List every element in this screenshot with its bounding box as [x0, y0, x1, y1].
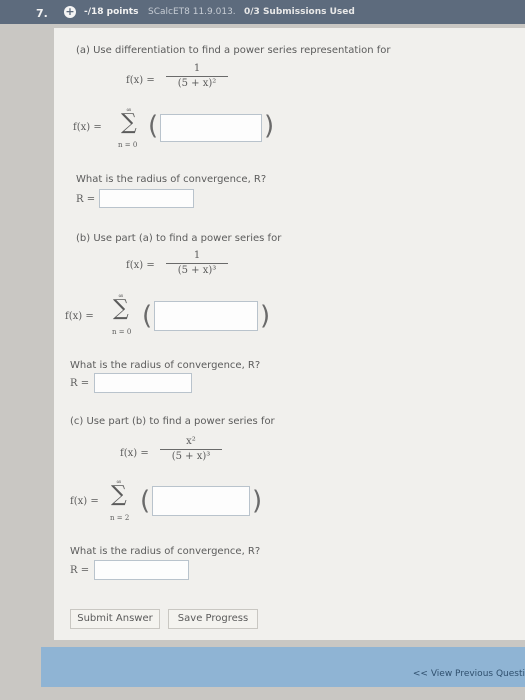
part-c-radius-input[interactable] [94, 560, 189, 580]
question-number: 7. [36, 7, 48, 20]
part-c-denominator: (5 + x)³ [171, 451, 211, 462]
part-a-numerator: 1 [193, 63, 201, 74]
part-a-lower-limit: n = 0 [118, 141, 138, 149]
part-a-sum-lhs: f(x) = [73, 122, 102, 133]
part-a-radius-input[interactable] [99, 189, 194, 208]
right-paren: ) [260, 301, 271, 331]
part-a-radius-question: What is the radius of convergence, R? [76, 174, 267, 185]
part-c-numerator: x² [186, 436, 196, 447]
part-a-prompt: (a) Use differentiation to find a power … [76, 45, 391, 56]
problem-reference[interactable]: SCalcET8 11.9.013. [148, 7, 236, 17]
fraction-bar [166, 76, 228, 77]
part-a-r-label: R = [76, 194, 96, 205]
question-panel: (a) Use differentiation to find a power … [54, 28, 525, 640]
part-b-r-label: R = [70, 378, 90, 389]
part-b-lower-limit: n = 0 [112, 328, 132, 336]
part-c-series-input[interactable] [152, 486, 250, 516]
points-label: -/18 points [84, 7, 139, 17]
part-b-numerator: 1 [193, 250, 201, 261]
part-c-fx-label: f(x) = [120, 448, 149, 459]
part-b-radius-input[interactable] [94, 373, 192, 393]
part-b-fraction: 1 (5 + x)³ [166, 250, 228, 277]
question-header: 7. + -/18 points SCalcET8 11.9.013. 0/3 … [0, 0, 525, 24]
part-b-fx-label: f(x) = [126, 260, 155, 271]
sigma-icon: ∑ [113, 296, 129, 321]
fraction-bar [166, 263, 228, 264]
left-paren: ( [148, 111, 159, 141]
part-c-r-label: R = [70, 565, 90, 576]
save-progress-button[interactable]: Save Progress [168, 609, 258, 629]
right-paren: ) [264, 111, 275, 141]
part-b-sum-lhs: f(x) = [65, 311, 94, 322]
part-c-fraction: x² (5 + x)³ [160, 436, 222, 463]
submissions-count: 0/3 Submissions Used [244, 7, 355, 17]
part-c-prompt: (c) Use part (b) to find a power series … [70, 416, 275, 427]
left-paren: ( [140, 486, 151, 516]
part-b-prompt: (b) Use part (a) to find a power series … [76, 233, 282, 244]
navigation-bar: << View Previous Questi [41, 647, 525, 687]
expand-plus-icon[interactable]: + [64, 6, 76, 18]
part-b-radius-question: What is the radius of convergence, R? [70, 360, 261, 371]
sigma-icon: ∑ [111, 482, 127, 507]
part-b-denominator: (5 + x)³ [177, 265, 217, 276]
part-c-lower-limit: n = 2 [110, 514, 130, 522]
right-paren: ) [252, 486, 263, 516]
submit-answer-button[interactable]: Submit Answer [70, 609, 160, 629]
part-b-series-input[interactable] [154, 301, 258, 331]
part-a-denominator: (5 + x)² [177, 78, 217, 89]
part-a-series-input[interactable] [160, 114, 262, 142]
part-a-fx-label: f(x) = [126, 75, 155, 86]
part-c-sum-lhs: f(x) = [70, 496, 99, 507]
fraction-bar [160, 449, 222, 450]
left-paren: ( [142, 301, 153, 331]
part-c-radius-question: What is the radius of convergence, R? [70, 546, 261, 557]
part-a-fraction: 1 (5 + x)² [166, 63, 228, 90]
view-previous-question-link[interactable]: << View Previous Questi [413, 669, 525, 679]
sigma-icon: ∑ [121, 110, 137, 135]
